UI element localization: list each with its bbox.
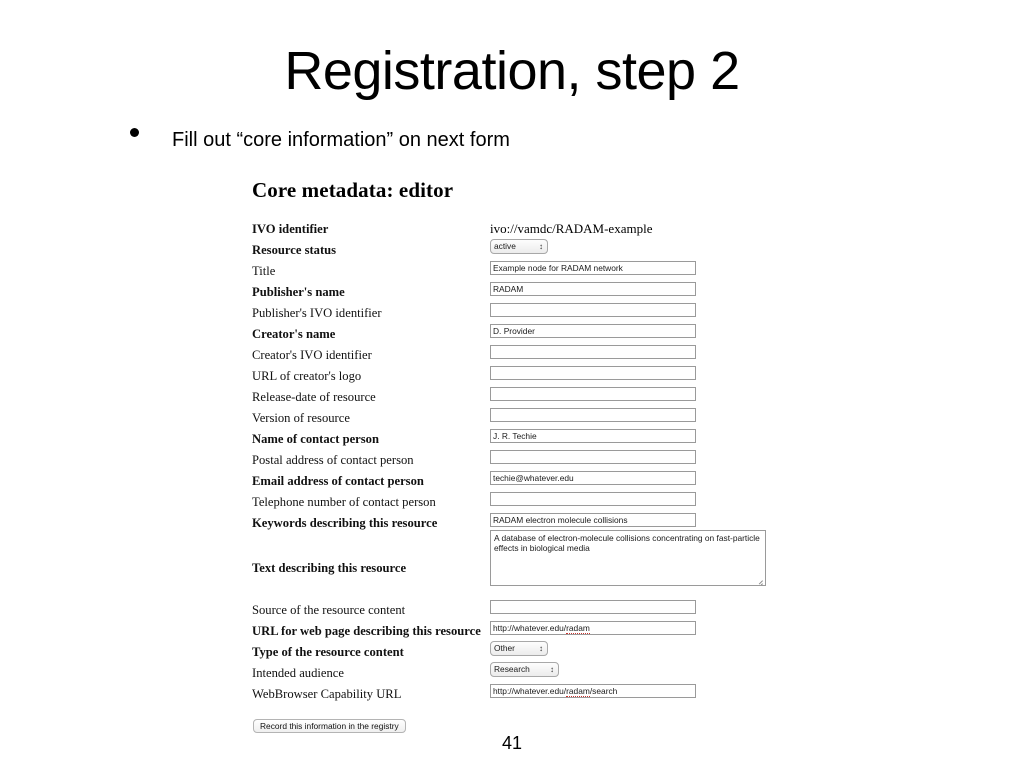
input-publishers-ivo-identifier[interactable] [490, 303, 696, 317]
input-webbrowser-capability-url[interactable]: http://whatever.edu/radam/search [490, 684, 696, 698]
record-in-registry-button[interactable]: Record this information in the registry [253, 719, 406, 733]
input-publishers-name[interactable]: RADAM [490, 282, 696, 296]
bullet-point-icon [130, 128, 139, 137]
label-keywords-describing-this-resource: Keywords describing this resource [252, 516, 438, 530]
core-metadata-form: Core metadata: editor IVO identifier ivo:… [252, 178, 792, 750]
label-publishers-name: Publisher's name [252, 285, 345, 299]
form-heading: Core metadata: editor [252, 178, 454, 202]
input-keywords-describing-this-resource[interactable]: RADAM electron molecule collisions [490, 513, 696, 527]
label-version-of-resource: Version of resource [252, 411, 350, 425]
label-title: Title [252, 264, 276, 278]
label-email-address-of-contact-person: Email address of contact person [252, 474, 424, 488]
label-release-date-of-resource: Release-date of resource [252, 390, 376, 404]
textarea-value: A database of electron-molecule collisio… [494, 533, 760, 553]
chevron-updown-icon: ↕ [539, 644, 543, 653]
input-release-date-of-resource[interactable] [490, 387, 696, 401]
label-text-describing-this-resource: Text describing this resource [252, 561, 407, 575]
input-creators-ivo-identifier[interactable] [490, 345, 696, 359]
label-telephone-number-of-contact-person: Telephone number of contact person [252, 495, 436, 509]
label-postal-address-of-contact-person: Postal address of contact person [252, 453, 414, 467]
text-describing-resource-textarea[interactable]: A database of electron-molecule collisio… [490, 530, 766, 586]
input-postal-address-of-contact-person[interactable] [490, 450, 696, 464]
label-name-of-contact-person: Name of contact person [252, 432, 379, 446]
label-intended-audience: Intended audience [252, 666, 344, 680]
input-name-of-contact-person[interactable]: J. R. Techie [490, 429, 696, 443]
misspelled-word: radam [566, 623, 590, 634]
select-resource-status[interactable]: active ↕ [490, 239, 548, 254]
bullet-item-label: Fill out “core information” on next form [172, 129, 510, 151]
label-publishers-ivo-identifier: Publisher's IVO identifier [252, 306, 382, 320]
label-url-for-web-page-describing-this-resource: URL for web page describing this resourc… [252, 624, 481, 638]
chevron-updown-icon: ↕ [550, 665, 554, 674]
input-title[interactable]: Example node for RADAM network [490, 261, 696, 275]
label-webbrowser-capability-url: WebBrowser Capability URL [252, 687, 402, 701]
input-url-of-creators-logo[interactable] [490, 366, 696, 380]
input-url-for-web-page-describing-this-resource[interactable]: http://whatever.edu/radam [490, 621, 696, 635]
select-intended-audience[interactable]: Research ↕ [490, 662, 559, 677]
value-ivo-identifier: ivo://vamdc/RADAM-example [490, 221, 653, 236]
url-prefix: http://whatever.edu/ [493, 686, 567, 696]
select-value: active [494, 241, 516, 251]
misspelled-word: radam [566, 686, 590, 697]
select-type-of-the-resource-content[interactable]: Other ↕ [490, 641, 548, 656]
input-source-of-the-resource-content[interactable] [490, 600, 696, 614]
slide-page-number: 41 [501, 733, 523, 753]
input-telephone-number-of-contact-person[interactable] [490, 492, 696, 506]
label-resource-status: Resource status [252, 243, 337, 257]
input-email-address-of-contact-person[interactable]: techie@whatever.edu [490, 471, 696, 485]
select-value: Other [494, 643, 515, 653]
label-creators-ivo-identifier: Creator's IVO identifier [252, 348, 372, 362]
select-value: Research [494, 664, 530, 674]
input-version-of-resource[interactable] [490, 408, 696, 422]
resize-handle-icon[interactable] [755, 576, 764, 585]
url-suffix: /search [589, 686, 618, 696]
form-row-webbrowser-capability-url: WebBrowser Capability URL http://whatever… [252, 684, 792, 708]
label-url-of-creators-logo: URL of creator's logo [252, 369, 362, 383]
input-creators-name[interactable]: D. Provider [490, 324, 696, 338]
label-type-of-the-resource-content: Type of the resource content [252, 645, 404, 659]
url-prefix: http://whatever.edu/ [493, 623, 567, 633]
label-ivo-identifier: IVO identifier [252, 222, 329, 236]
bullet-list-item: Fill out “core information” on next form [130, 128, 890, 162]
label-creators-name: Creator's name [252, 327, 336, 341]
chevron-updown-icon: ↕ [539, 242, 543, 251]
page-title: Registration, step 2 [284, 41, 740, 101]
label-source-of-the-resource-content: Source of the resource content [252, 603, 406, 617]
